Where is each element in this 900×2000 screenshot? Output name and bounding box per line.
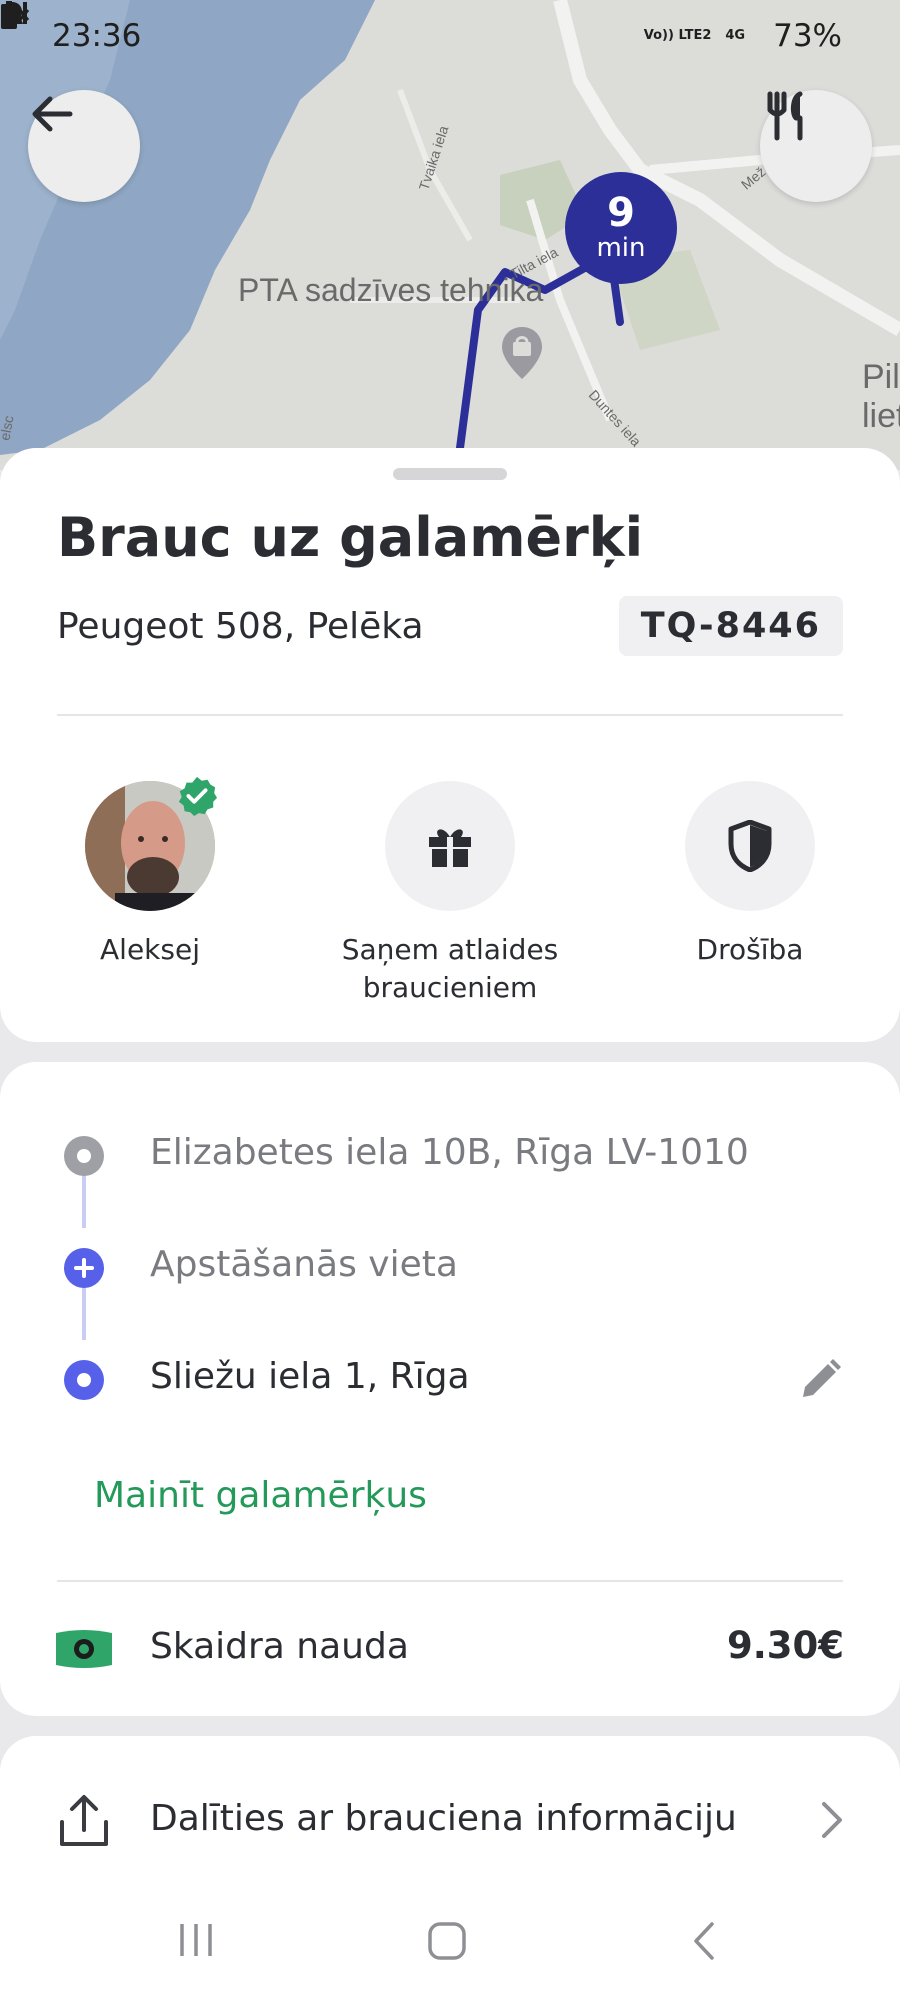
discounts-label: Saņem atlaides braucieniem	[341, 933, 559, 1004]
shield-icon	[728, 820, 772, 872]
volte-indicator: Vo)) LTE2	[643, 28, 712, 43]
driver-name: Aleksej	[100, 933, 200, 966]
status-bar: 23:36 Vo)) LTE2 4G 73%	[0, 0, 900, 72]
edit-destination-button[interactable]	[792, 1352, 848, 1408]
trip-sheet: Brauc uz galamērķi Peugeot 508, Pelēka T…	[0, 448, 900, 1042]
change-destinations-link[interactable]: Mainīt galamērķus	[94, 1475, 427, 1516]
driver-profile-button[interactable]: Aleksej	[0, 781, 300, 969]
divider	[57, 714, 843, 716]
cash-icon	[56, 1629, 112, 1673]
home-button[interactable]	[426, 1920, 468, 1966]
pickup-address[interactable]: Elizabetes iela 10B, Rīga LV-1010	[150, 1132, 749, 1173]
trip-status-title: Brauc uz galamērķi	[57, 506, 644, 569]
network-type: 4G	[725, 28, 746, 43]
add-stop-icon[interactable]	[64, 1248, 104, 1288]
safety-button[interactable]: Drošība	[600, 781, 900, 969]
sheet-drag-handle[interactable]	[393, 468, 507, 480]
home-icon	[428, 1922, 466, 1960]
eta-marker: 9 min	[565, 172, 677, 284]
map-poi-label: PTA sadzīves tehnika	[238, 272, 544, 308]
divider	[57, 1580, 843, 1582]
safety-label: Drošība	[696, 933, 804, 966]
system-back-button[interactable]	[688, 1920, 718, 1966]
map-view[interactable]: PTA sadzīves tehnika Tvaika iela Tilta i…	[0, 0, 900, 470]
add-stop-label[interactable]: Apstāšanās vieta	[150, 1244, 458, 1285]
share-trip-label[interactable]: Dalīties ar brauciena informāciju	[150, 1798, 737, 1839]
recents-icon	[180, 1924, 212, 1956]
chevron-right-icon	[820, 1800, 844, 1844]
payment-method[interactable]: Skaidra nauda	[150, 1626, 409, 1667]
fork-knife-icon	[767, 91, 803, 141]
map-edge-label: Pil liet	[862, 358, 900, 435]
back-button[interactable]	[28, 90, 140, 202]
food-delivery-button[interactable]	[760, 90, 872, 202]
eta-value: 9	[607, 190, 635, 236]
eta-unit: min	[596, 233, 646, 263]
recent-apps-button[interactable]	[176, 1920, 216, 1964]
status-time: 23:36	[52, 18, 142, 54]
license-plate: TQ-8446	[618, 596, 843, 656]
system-navigation-bar	[0, 1880, 900, 2000]
destination-address[interactable]: Sliežu iela 1, Rīga	[150, 1356, 470, 1397]
destination-dot-icon	[64, 1360, 104, 1400]
share-icon	[58, 1794, 110, 1852]
pencil-icon	[803, 1359, 841, 1397]
discounts-button[interactable]: Saņem atlaides braucieniem	[300, 781, 600, 1007]
safety-button-circle	[685, 781, 815, 911]
back-chevron-icon	[694, 1922, 714, 1960]
gift-button-circle	[385, 781, 515, 911]
trip-actions: Aleksej Saņem atlaides braucieniem Drošī…	[0, 776, 900, 1021]
arrow-left-icon	[32, 96, 73, 132]
battery-percent: 73%	[773, 18, 842, 54]
pickup-dot-icon	[64, 1136, 104, 1176]
car-description: Peugeot 508, Pelēka	[57, 606, 424, 647]
verified-badge-icon	[178, 776, 218, 817]
trip-price: 9.30€	[726, 1624, 844, 1667]
route-card: Elizabetes iela 10B, Rīga LV-1010 Apstāš…	[0, 1062, 900, 1716]
gift-icon	[429, 829, 471, 867]
shop-pin-icon[interactable]	[500, 325, 544, 381]
